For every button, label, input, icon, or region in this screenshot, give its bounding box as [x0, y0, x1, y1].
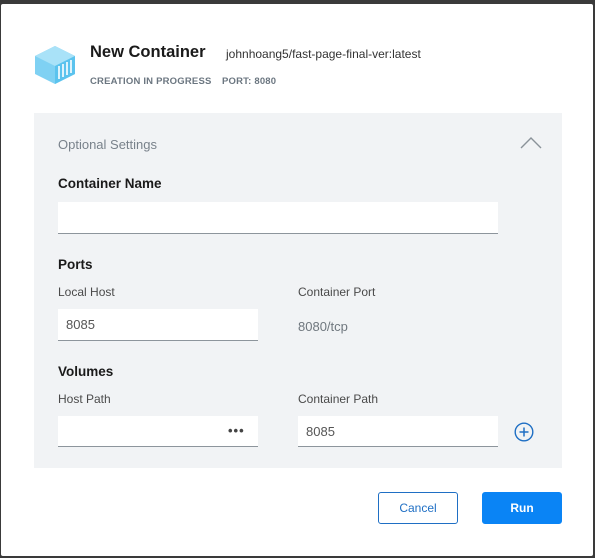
- local-host-label: Local Host: [58, 285, 115, 299]
- dialog-title: New Container: [90, 43, 206, 61]
- container-port-value: 8080/tcp: [298, 319, 348, 334]
- host-path-label: Host Path: [58, 392, 111, 406]
- new-container-dialog: New Container johnhoang5/fast-page-final…: [1, 4, 593, 556]
- container-path-label: Container Path: [298, 392, 379, 406]
- run-button[interactable]: Run: [482, 492, 562, 524]
- container-name-input[interactable]: [58, 202, 498, 234]
- cancel-button[interactable]: Cancel: [378, 492, 458, 524]
- volumes-label: Volumes: [58, 364, 114, 379]
- optional-settings-title: Optional Settings: [58, 137, 158, 152]
- container-path-input[interactable]: [298, 416, 498, 447]
- port-status: PORT: 8080: [222, 76, 277, 87]
- browse-button[interactable]: •••: [228, 423, 245, 438]
- local-host-input[interactable]: [58, 309, 258, 341]
- creation-status: CREATION IN PROGRESS: [90, 76, 212, 87]
- container-icon: [35, 46, 75, 84]
- container-port-label: Container Port: [298, 285, 376, 299]
- optional-settings-panel: Optional Settings Container Name Ports L…: [34, 113, 562, 468]
- image-name: johnhoang5/fast-page-final-ver:latest: [226, 47, 421, 61]
- plus-circle-icon[interactable]: [514, 422, 534, 442]
- chevron-up-icon[interactable]: [520, 135, 542, 149]
- container-name-label: Container Name: [58, 176, 162, 191]
- ports-label: Ports: [58, 257, 93, 272]
